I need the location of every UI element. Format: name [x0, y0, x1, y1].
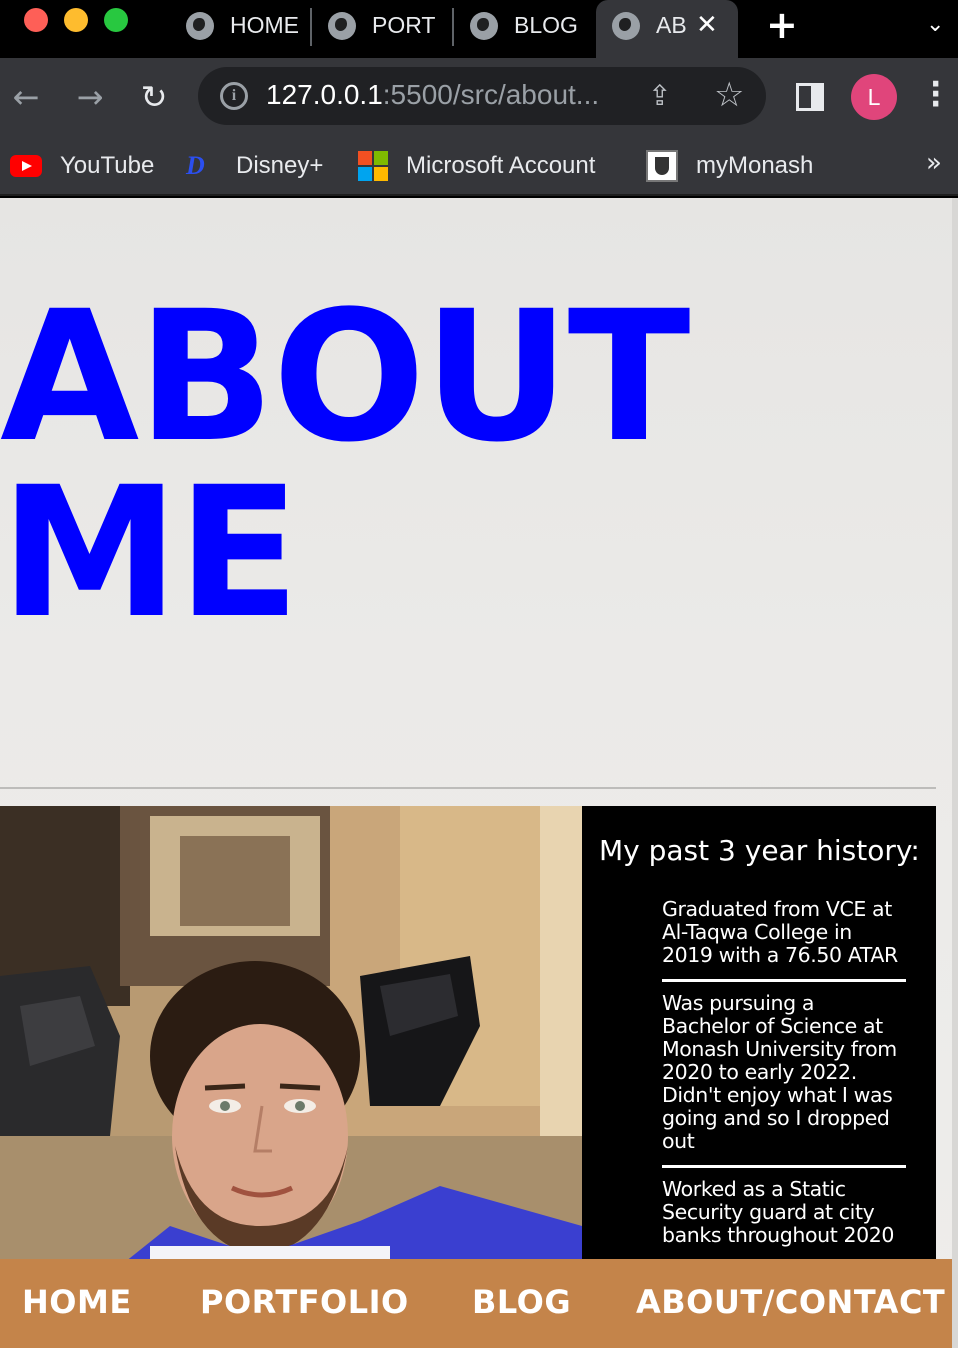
profile-photo — [0, 806, 582, 1266]
bookmark-youtube[interactable]: YouTube — [10, 136, 154, 196]
share-icon[interactable]: ⇪ — [648, 79, 671, 112]
maximize-window-button[interactable] — [104, 8, 128, 32]
tab-title: BLOG — [514, 12, 578, 38]
bottom-navigation: HOME PORTFOLIO BLOG ABOUT/CONTACT — [0, 1259, 952, 1348]
globe-icon — [186, 12, 214, 40]
list-item: Worked as a Static Security guard at cit… — [662, 1177, 895, 1247]
tab-portfolio[interactable]: PORT — [328, 0, 440, 58]
new-tab-button[interactable]: + — [766, 6, 798, 44]
tab-blog[interactable]: BLOG — [470, 0, 582, 58]
bookmark-microsoft[interactable]: Microsoft Account — [358, 136, 595, 196]
scrollbar[interactable] — [952, 198, 958, 1348]
monash-icon — [646, 150, 678, 182]
page-title: ABOUT ME — [0, 288, 690, 644]
site-info-icon[interactable]: i — [220, 82, 248, 110]
nav-home[interactable]: HOME — [22, 1283, 132, 1321]
browser-toolbar: ← → ↻ i 127.0.0.1:5500/src/about... ⇪ ☆ … — [0, 58, 958, 136]
close-window-button[interactable] — [24, 8, 48, 32]
bookmark-star-icon[interactable]: ☆ — [714, 75, 744, 115]
history-panel: My past 3 year history: Graduated from V… — [582, 806, 936, 1266]
list-item: Graduated from VCE at Al-Taqwa College i… — [662, 898, 906, 982]
tab-about[interactable]: AB ✕ — [596, 0, 738, 58]
close-tab-icon[interactable]: ✕ — [696, 12, 718, 38]
tab-search-chevron-icon[interactable]: ⌄ — [926, 12, 944, 37]
bookmark-mymonash[interactable]: myMonash — [646, 136, 813, 196]
disney-icon: D — [186, 151, 205, 180]
bookmark-disney[interactable]: D Disney+ — [186, 136, 323, 196]
history-list: Graduated from VCE at Al-Taqwa College i… — [662, 898, 906, 1266]
reload-icon[interactable]: ↻ — [134, 58, 174, 136]
bookmark-label: YouTube — [60, 152, 155, 179]
tab-title: PORT — [372, 12, 436, 38]
bookmark-label: myMonash — [696, 152, 814, 179]
title-line-2: ME — [0, 449, 300, 658]
globe-icon — [612, 12, 640, 40]
address-bar[interactable]: i 127.0.0.1:5500/src/about... ⇪ ☆ — [198, 67, 766, 125]
profile-avatar[interactable]: L — [851, 74, 897, 120]
nav-blog[interactable]: BLOG — [472, 1283, 571, 1321]
globe-icon — [470, 12, 498, 40]
globe-icon — [328, 12, 356, 40]
tab-home[interactable]: HOME — [186, 0, 298, 58]
tab-title: HOME — [230, 12, 298, 38]
bookmark-label: Disney+ — [236, 152, 324, 179]
youtube-icon — [10, 155, 42, 177]
nav-portfolio[interactable]: PORTFOLIO — [200, 1283, 409, 1321]
divider — [0, 787, 936, 789]
minimize-window-button[interactable] — [64, 8, 88, 32]
history-heading: My past 3 year history: — [599, 834, 920, 867]
bookmark-label: Microsoft Account — [406, 152, 596, 179]
forward-arrow-icon[interactable]: → — [70, 58, 110, 136]
bookmarks-bar: YouTube D Disney+ Microsoft Account myMo… — [0, 136, 958, 196]
microsoft-icon — [358, 151, 388, 181]
side-panel-icon[interactable] — [796, 83, 824, 111]
url-text[interactable]: 127.0.0.1:5500/src/about... — [266, 79, 599, 111]
more-bookmarks-icon[interactable]: » — [926, 148, 942, 178]
tab-strip: HOME PORT BLOG AB ✕ + ⌄ — [0, 0, 958, 58]
menu-kebab-icon[interactable]: · · · — [930, 70, 941, 120]
back-arrow-icon[interactable]: ← — [6, 58, 46, 136]
nav-about-contact[interactable]: ABOUT/CONTACT — [636, 1283, 945, 1321]
page-content: ABOUT ME My past 3 year history: Graduat… — [0, 198, 958, 1348]
list-item: Was pursuing a Bachelor of Science at Mo… — [662, 992, 906, 1168]
tab-title: AB — [656, 12, 686, 38]
